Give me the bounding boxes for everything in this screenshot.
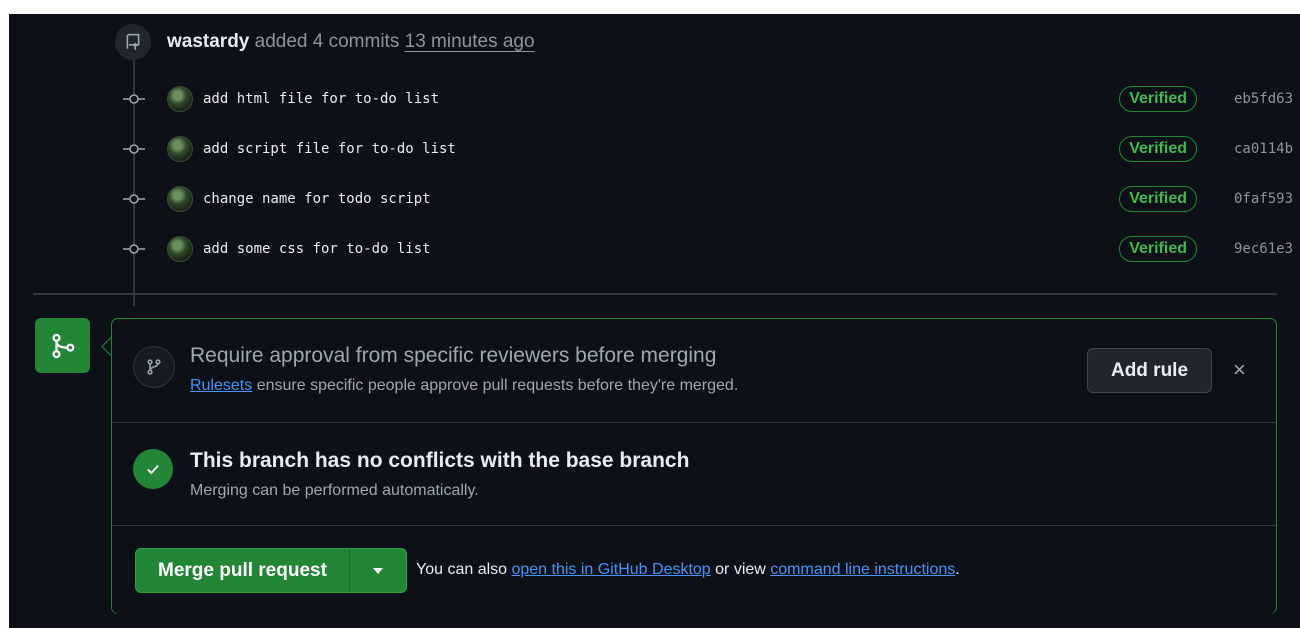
commit-sha-link[interactable]: eb5fd63 [1234,91,1300,107]
conflict-status-description: Merging can be performed automatically. [190,482,479,499]
add-rule-button[interactable]: Add rule [1087,348,1212,393]
push-summary: wastardy added 4 commits 13 minutes ago [167,31,535,53]
push-actor-link[interactable]: wastardy [167,31,249,52]
ruleset-description-text: ensure specific people approve pull requ… [252,377,739,394]
ruleset-description: Rulesets ensure specific people approve … [190,377,738,395]
avatar[interactable] [167,186,193,212]
triangle-down-icon[interactable] [348,549,406,592]
merge-box: Require approval from specific reviewers… [111,318,1277,614]
push-event: wastardy added 4 commits 13 minutes ago [115,24,535,60]
avatar[interactable] [167,86,193,112]
merge-actions: Merge pull request You can also open thi… [112,525,1276,614]
also-suffix: . [955,561,960,578]
push-time-link[interactable]: 13 minutes ago [405,31,535,52]
verified-badge[interactable]: Verified [1119,186,1197,212]
commit-sha-link[interactable]: ca0114b [1234,141,1300,157]
merge-button-group: Merge pull request [135,548,407,593]
command-line-instructions-link[interactable]: command line instructions [770,561,955,578]
commit-row: add script file for to-do list Verified … [119,132,1300,166]
verified-badge[interactable]: Verified [1119,236,1197,262]
also-prefix: You can also [416,561,512,578]
commit-message-link[interactable]: add some css for to-do list [203,241,1119,257]
commit-sha-link[interactable]: 9ec61e3 [1234,241,1300,257]
conflict-status: This branch has no conflicts with the ba… [112,422,1276,526]
git-commit-icon [119,239,149,259]
avatar[interactable] [167,136,193,162]
merge-alternatives-text: You can also open this in GitHub Desktop… [416,561,960,579]
also-middle: or view [710,561,771,578]
x-icon[interactable]: × [1233,357,1246,383]
push-action-text: added 4 commits [249,31,405,52]
repo-push-icon [115,24,151,60]
pr-timeline: wastardy added 4 commits 13 minutes ago … [9,14,1300,628]
commit-row: add some css for to-do list Verified 9ec… [119,232,1300,266]
commit-message-link[interactable]: change name for todo script [203,191,1119,207]
merge-pull-request-button[interactable]: Merge pull request [136,549,349,592]
commit-sha-link[interactable]: 0faf593 [1234,191,1300,207]
commit-row: change name for todo script Verified 0fa… [119,182,1300,216]
git-commit-icon [119,189,149,209]
git-commit-icon [119,139,149,159]
ruleset-title: Require approval from specific reviewers… [190,344,717,367]
rulesets-link[interactable]: Rulesets [190,377,252,394]
conflict-status-title: This branch has no conflicts with the ba… [190,449,690,472]
verified-badge[interactable]: Verified [1119,86,1197,112]
timeline-divider [33,293,1277,295]
verified-badge[interactable]: Verified [1119,136,1197,162]
commit-message-link[interactable]: add html file for to-do list [203,91,1119,107]
ruleset-suggestion: Require approval from specific reviewers… [112,319,1276,422]
avatar[interactable] [167,236,193,262]
commit-message-link[interactable]: add script file for to-do list [203,141,1119,157]
git-commit-icon [119,89,149,109]
git-merge-icon [35,318,90,373]
git-branch-icon [133,346,175,388]
check-icon [133,449,173,489]
commit-row: add html file for to-do list Verified eb… [119,82,1300,116]
github-desktop-link[interactable]: open this in GitHub Desktop [511,561,710,578]
